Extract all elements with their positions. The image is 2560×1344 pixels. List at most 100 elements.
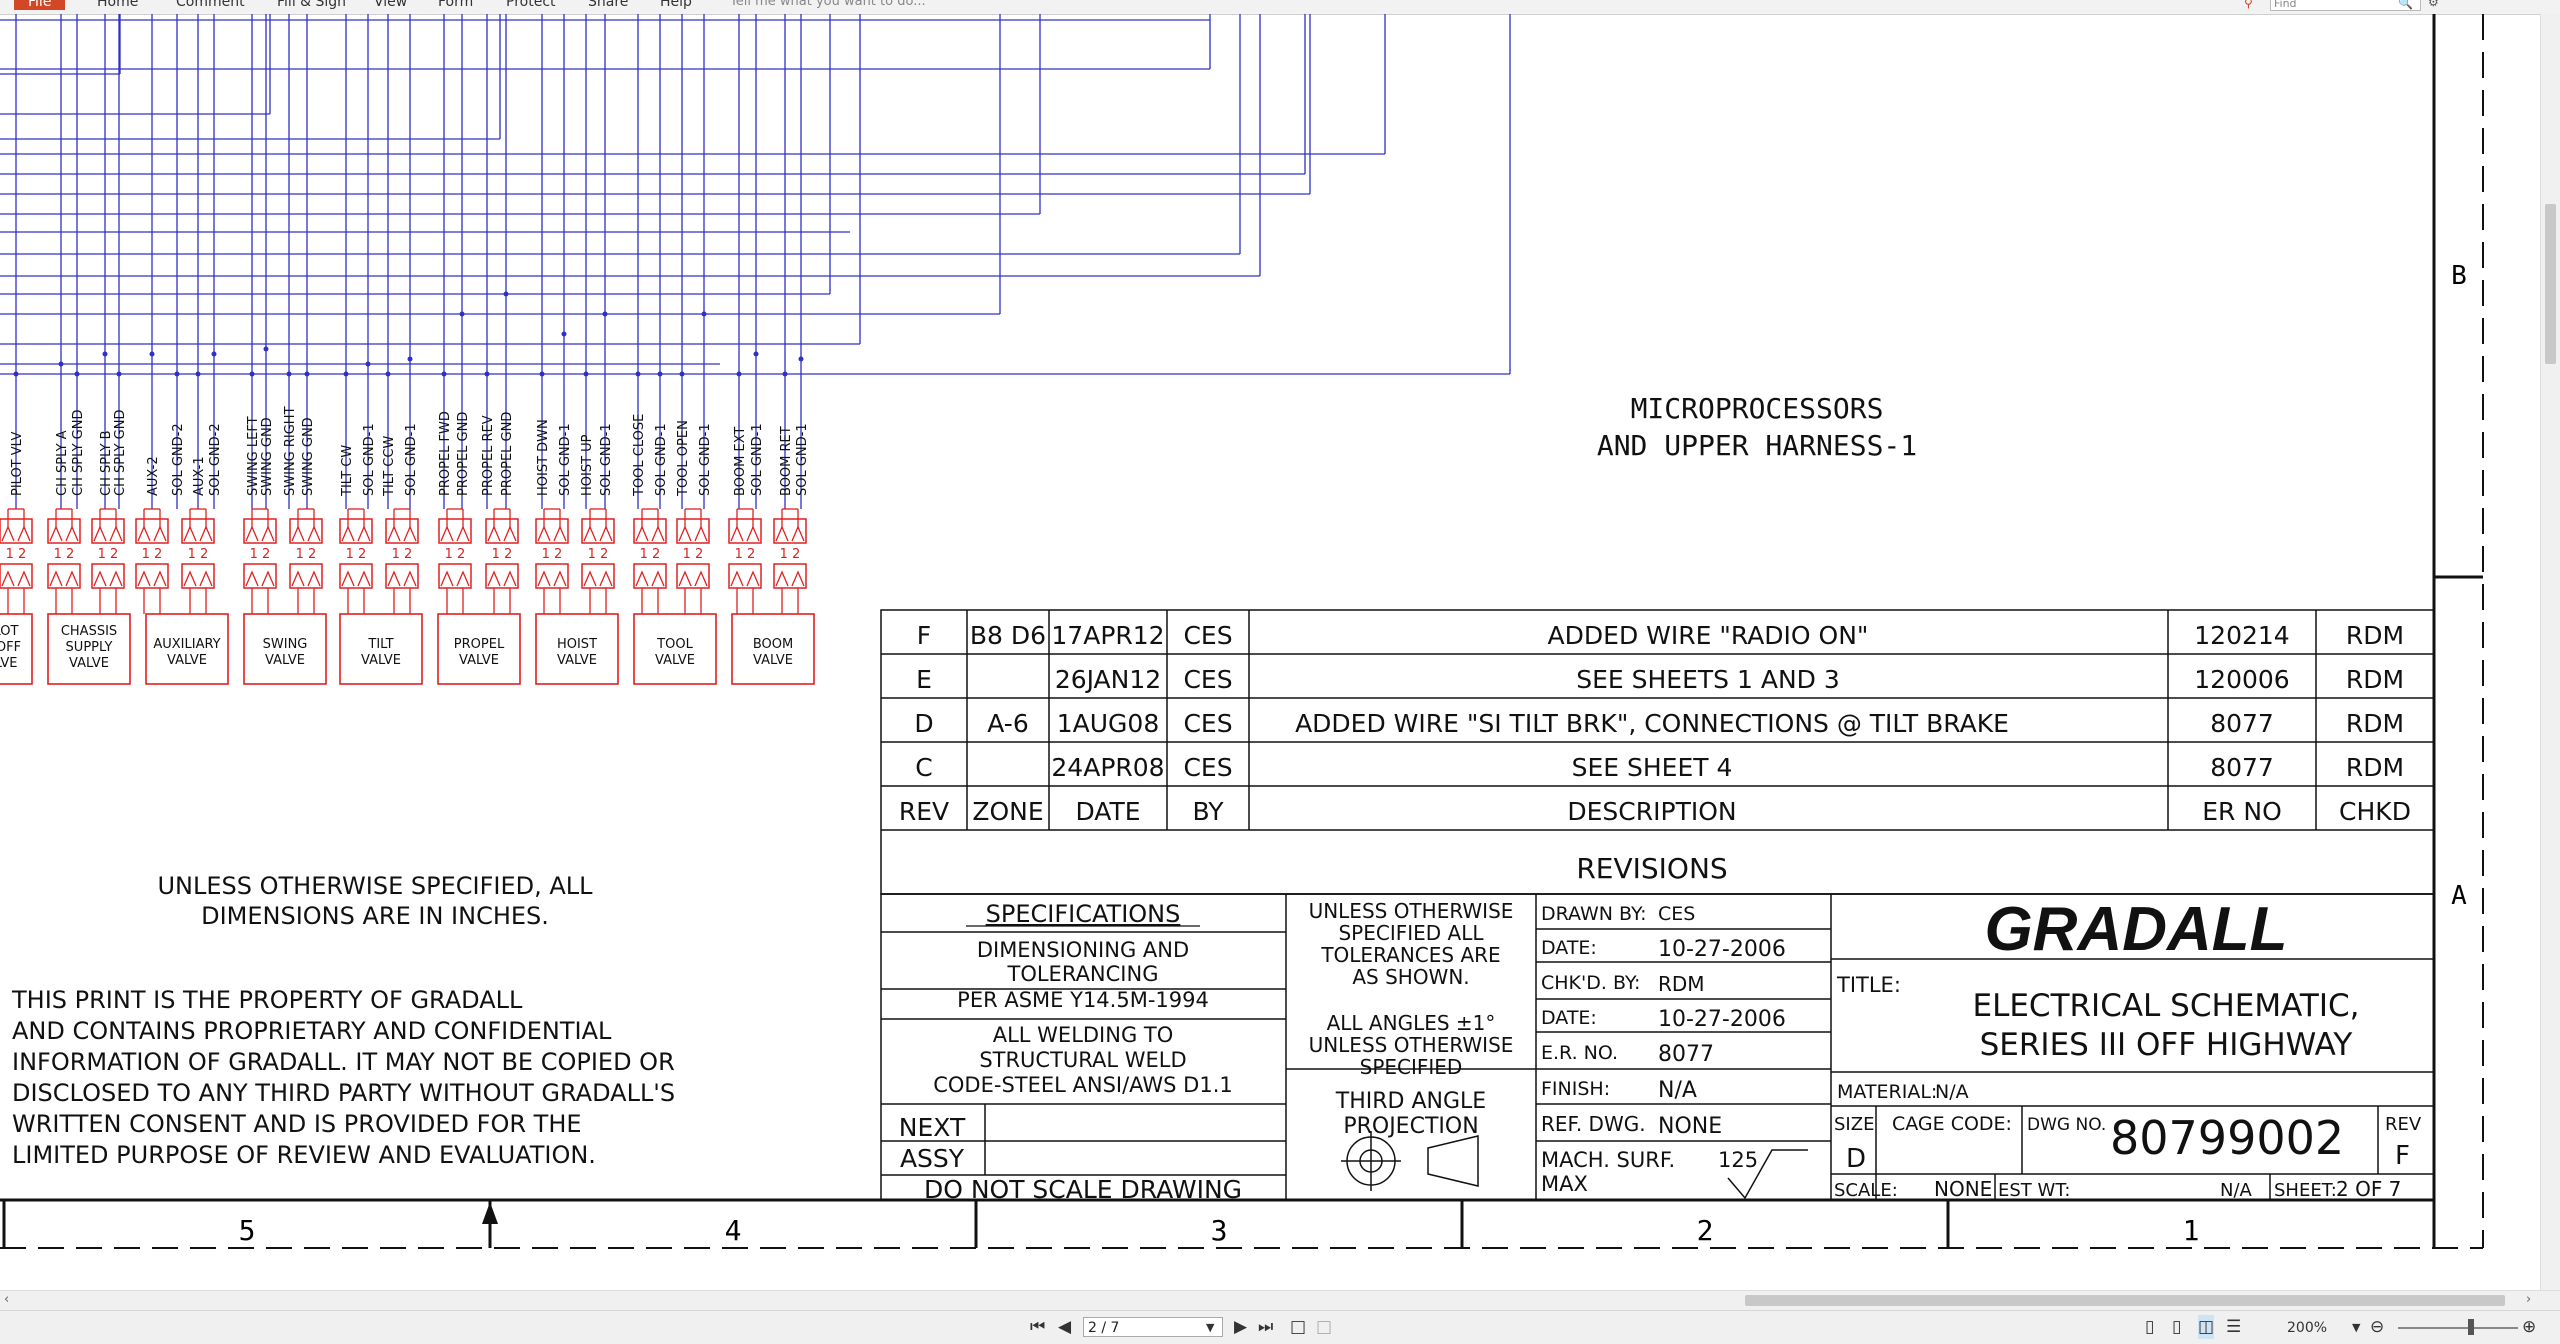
- zoom-dropdown-icon[interactable]: ▼: [2352, 1316, 2360, 1340]
- zoom-in-icon[interactable]: ⊕: [2522, 1315, 2536, 1339]
- zoom-level[interactable]: 200%: [2287, 1317, 2327, 1339]
- valve-label: VALVE: [265, 653, 305, 668]
- scroll-right-icon[interactable]: ›: [2526, 1292, 2531, 1307]
- menu-home[interactable]: Home: [97, 0, 138, 10]
- date-label-2: DATE:: [1541, 1007, 1597, 1029]
- menu-comment[interactable]: Comment: [176, 0, 245, 10]
- rev-f-chkd: RDM: [2346, 621, 2404, 650]
- pin-number-label: 1 2: [98, 547, 119, 562]
- find-search-icon[interactable]: 🔍: [2398, 0, 2413, 10]
- rev-d-by: CES: [1183, 709, 1232, 738]
- connector-body-lower: [485, 563, 519, 589]
- connector-body: [339, 518, 373, 544]
- previous-page-icon[interactable]: ◀: [1058, 1315, 1071, 1339]
- connector-arrow: [341, 570, 355, 587]
- wire-label: SWING LEFT: [246, 416, 261, 496]
- wire-junction: [459, 311, 465, 317]
- wire-label: SOL GND-2: [171, 423, 186, 496]
- vertical-scrollbar[interactable]: [2540, 14, 2560, 1290]
- pin-number-label: 1 2: [640, 547, 661, 562]
- wire-junction: [484, 371, 490, 377]
- connector-arrow: [599, 570, 613, 587]
- scroll-left-icon[interactable]: ‹: [4, 1292, 9, 1307]
- connector-body-lower: [181, 563, 215, 589]
- page-dropdown-icon[interactable]: ▼: [1206, 1316, 1214, 1340]
- menu-help[interactable]: Help: [660, 0, 692, 10]
- wire-junction: [407, 356, 413, 362]
- next-page-icon[interactable]: ▶: [1234, 1315, 1247, 1339]
- er-no-header: ER NO: [2202, 797, 2282, 826]
- connector-arrow: [791, 525, 805, 542]
- connector-body-lower: [385, 563, 419, 589]
- prop-note-line4: DISCLOSED TO ANY THIRD PARTY WITHOUT GRA…: [12, 1079, 675, 1107]
- tell-me-box[interactable]: Tell me what you want to do...: [730, 0, 926, 10]
- connector-group: 1 2 1 2 1 2 1 2 1 2 1 2 1 2 1 2 1 2 1 2 1 2 1 2 1 2 1…: [0, 508, 807, 614]
- menu-protect[interactable]: Protect: [506, 0, 556, 10]
- page-number-input[interactable]: 2 / 7: [1083, 1317, 1223, 1337]
- rev-c-desc: SEE SHEET 4: [1572, 753, 1733, 782]
- er-no-value: 8077: [1658, 1042, 1714, 1067]
- chkd-by-label: CHK'D. BY:: [1541, 972, 1640, 994]
- connector-arrow: [307, 570, 321, 587]
- horizontal-scrollbar[interactable]: ‹ ›: [0, 1290, 2560, 1311]
- next-view-icon[interactable]: □: [1316, 1315, 1332, 1339]
- wire-label: BOOM EXT: [733, 427, 748, 496]
- rev-d-zone: A-6: [987, 709, 1028, 738]
- size-value: D: [1846, 1144, 1866, 1174]
- menu-fill-sign[interactable]: Fill & Sign: [277, 0, 346, 10]
- wire-junction: [701, 311, 707, 317]
- connector-body: [728, 518, 762, 544]
- menu-view[interactable]: View: [374, 0, 407, 10]
- single-page-icon[interactable]: ▯: [2145, 1315, 2154, 1339]
- wire-junction: [102, 351, 108, 357]
- connector-arrow: [746, 525, 760, 542]
- prop-note-line5: WRITTEN CONSENT AND IS PROVIDED FOR THE: [12, 1110, 582, 1138]
- rev-f: F: [917, 621, 931, 650]
- zoom-slider[interactable]: [2398, 1327, 2518, 1329]
- mach-surf-value: 125: [1718, 1148, 1758, 1172]
- rev-d-chkd: RDM: [2346, 709, 2404, 738]
- menu-form[interactable]: Form: [438, 0, 473, 10]
- tol-line3: TOLERANCES ARE: [1320, 943, 1500, 967]
- prop-note-line6: LIMITED PURPOSE OF REVIEW AND EVALUATION…: [12, 1141, 596, 1169]
- specs-line4: ALL WELDING TO: [993, 1023, 1174, 1047]
- wire-junction: [657, 371, 663, 377]
- assy-label: ASSY: [900, 1144, 965, 1173]
- specs-line5: STRUCTURAL WELD: [979, 1048, 1186, 1072]
- pin-number-label: 1 2: [542, 547, 563, 562]
- pin-number-label: 1 2: [296, 547, 317, 562]
- connector-arrow: [261, 570, 275, 587]
- connector-arrow: [17, 525, 31, 542]
- wire-junction: [561, 331, 567, 337]
- wire-junction: [211, 351, 217, 357]
- first-page-icon[interactable]: ⏮: [1030, 1315, 1045, 1339]
- pin-number-label: 1 2: [346, 547, 367, 562]
- valve-label: SUPPLY: [66, 640, 113, 655]
- facing-page-icon[interactable]: ◫: [2198, 1315, 2215, 1339]
- menu-bar: File Home Comment Fill & Sign View Form …: [0, 0, 2560, 15]
- continuous-facing-icon[interactable]: ☰: [2226, 1315, 2241, 1339]
- valve-label: HOIST: [557, 637, 597, 652]
- valve-label: VALVE: [69, 656, 109, 671]
- wire-label: TILT CW: [340, 445, 355, 497]
- wire-junction: [736, 371, 742, 377]
- rev-header: REV: [899, 797, 949, 826]
- horizontal-scroll-thumb[interactable]: [1745, 1295, 2505, 1306]
- zone-b-label: B: [2451, 261, 2467, 291]
- connector-body: [243, 518, 277, 544]
- gear-icon[interactable]: ⚙: [2428, 0, 2439, 9]
- schematic-drawing: PILOT VLV CH SPLY A CH SPLY GND CH SPLY B CH…: [0, 14, 2484, 1249]
- continuous-page-icon[interactable]: ▯: [2172, 1315, 2181, 1339]
- menu-file[interactable]: File: [14, 0, 66, 10]
- tol-line2: SPECIFIED ALL: [1338, 921, 1484, 945]
- vertical-scroll-thumb[interactable]: [2545, 204, 2556, 364]
- last-page-icon[interactable]: ⏭: [1258, 1315, 1273, 1339]
- valve-label: LVE: [0, 656, 17, 671]
- title-line2: SERIES III OFF HIGHWAY: [1980, 1027, 2353, 1063]
- zoom-out-icon[interactable]: ⊖: [2370, 1315, 2384, 1339]
- wire-junction: [753, 351, 759, 357]
- menu-share[interactable]: Share: [588, 0, 628, 10]
- previous-view-icon[interactable]: □: [1290, 1315, 1306, 1339]
- wire-label: SWING RIGHT: [283, 406, 298, 496]
- zoom-slider-handle[interactable]: [2468, 1319, 2474, 1335]
